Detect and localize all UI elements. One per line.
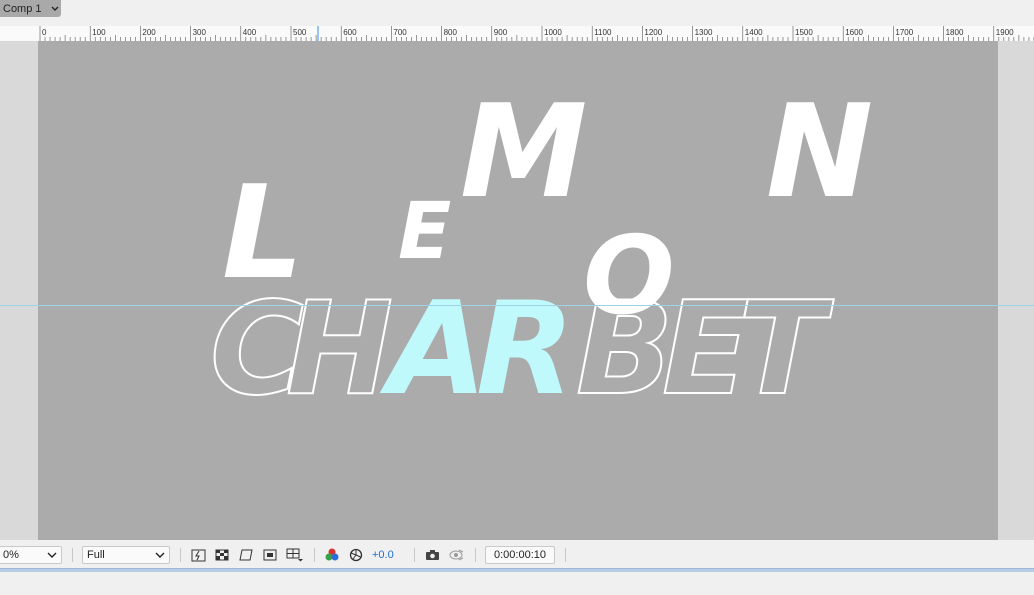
ruler-label: 500 bbox=[293, 28, 307, 37]
ruler-label: 1200 bbox=[644, 28, 662, 37]
letter-R: R bbox=[476, 275, 575, 424]
panel-footer bbox=[0, 572, 1034, 595]
grid-guides-icon[interactable] bbox=[286, 547, 304, 563]
ruler-label: 1600 bbox=[845, 28, 863, 37]
magnification-value: 0% bbox=[3, 549, 19, 561]
transparency-grid-icon[interactable] bbox=[214, 547, 230, 563]
composition-dropdown[interactable]: Comp 1 bbox=[0, 0, 61, 17]
magnification-dropdown[interactable]: 0% bbox=[0, 546, 62, 564]
ruler-label: 400 bbox=[243, 28, 257, 37]
separator bbox=[475, 548, 476, 562]
ruler-label: 700 bbox=[393, 28, 407, 37]
letter-T: T bbox=[738, 275, 834, 424]
separator bbox=[72, 548, 73, 562]
chevron-down-icon bbox=[155, 552, 165, 558]
letter-M: M bbox=[460, 78, 587, 227]
region-of-interest-icon[interactable] bbox=[262, 547, 278, 563]
ruler-label: 800 bbox=[444, 28, 458, 37]
ruler-label: 1500 bbox=[795, 28, 813, 37]
ruler-label: 100 bbox=[92, 28, 106, 37]
separator bbox=[314, 548, 315, 562]
ruler-label: 1900 bbox=[996, 28, 1014, 37]
top-tab-bar: Comp 1 bbox=[0, 0, 1034, 26]
letter-E2: E bbox=[662, 275, 749, 424]
viewer-toolbar: 0% Full +0.0 0:00:00:10 bbox=[0, 543, 1034, 567]
exposure-value[interactable]: +0.0 bbox=[372, 546, 394, 564]
camera-icon[interactable] bbox=[424, 547, 440, 563]
ruler-label: 1100 bbox=[594, 28, 612, 37]
ruler-ticks: 0 100 200 300 400 500 600 700 800 900 1000 1100 1200… bbox=[39, 26, 1034, 41]
ruler-label: 1300 bbox=[695, 28, 713, 37]
composition-viewer[interactable]: L E M N C H A R B E T O bbox=[0, 41, 1034, 540]
ruler-label: 1000 bbox=[544, 28, 562, 37]
rgb-channels-icon[interactable] bbox=[324, 547, 340, 563]
horizontal-guide[interactable] bbox=[0, 305, 1034, 306]
reset-exposure-icon[interactable] bbox=[348, 547, 364, 563]
ruler-label: 600 bbox=[343, 28, 357, 37]
fast-previews-icon[interactable] bbox=[190, 547, 206, 563]
resolution-dropdown[interactable]: Full bbox=[82, 546, 170, 564]
separator bbox=[180, 548, 181, 562]
letter-E: E bbox=[398, 187, 451, 277]
current-time-display[interactable]: 0:00:00:10 bbox=[485, 546, 555, 564]
ruler-label: 900 bbox=[494, 28, 508, 37]
resolution-value: Full bbox=[87, 549, 105, 561]
mask-path-icon[interactable] bbox=[238, 547, 254, 563]
ruler-label: 300 bbox=[193, 28, 207, 37]
show-snapshot-icon[interactable] bbox=[448, 547, 464, 563]
composition-name: Comp 1 bbox=[3, 2, 42, 15]
ruler-label: 1700 bbox=[895, 28, 913, 37]
separator bbox=[414, 548, 415, 562]
artwork: L E M N C H A R B E T O bbox=[209, 78, 873, 425]
ruler-label: 1400 bbox=[745, 28, 763, 37]
horizontal-ruler[interactable]: 0 100 200 300 400 500 600 700 800 900 1000 1100 1200… bbox=[0, 26, 1034, 42]
letter-O: O bbox=[583, 214, 675, 339]
ruler-label: 1800 bbox=[946, 28, 964, 37]
letter-H: H bbox=[286, 275, 393, 424]
letter-A: A bbox=[379, 275, 487, 424]
chevron-down-icon bbox=[47, 552, 57, 558]
ruler-label: 200 bbox=[142, 28, 156, 37]
separator bbox=[565, 548, 566, 562]
ruler-label: 0 bbox=[42, 28, 47, 37]
chevron-down-icon bbox=[49, 6, 61, 12]
letter-N: N bbox=[766, 78, 873, 227]
